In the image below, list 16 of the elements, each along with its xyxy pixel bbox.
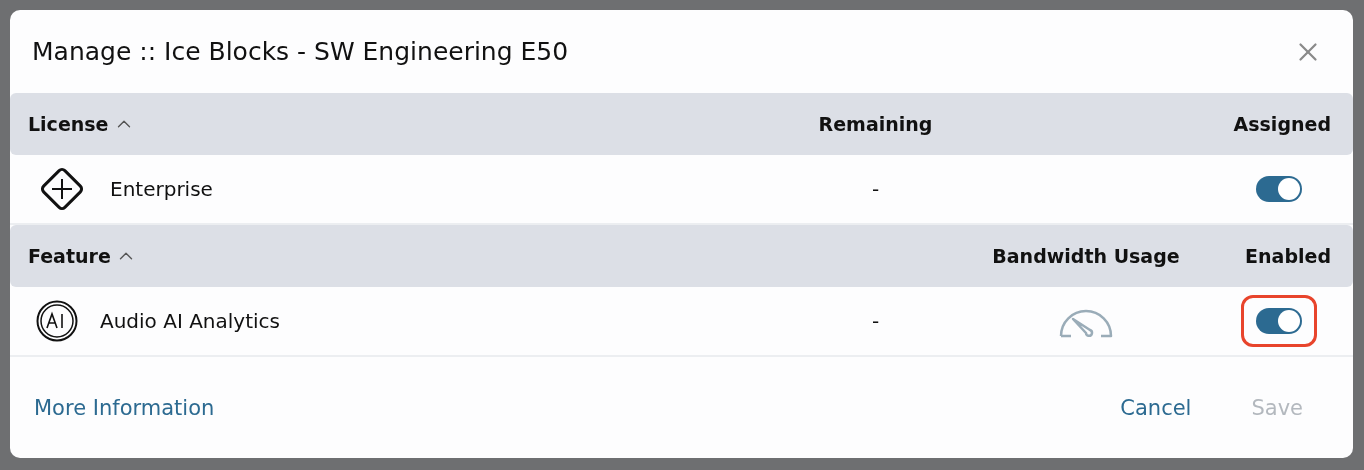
column-header: Remaining	[818, 113, 933, 135]
row-name: Audio AI Analytics	[100, 309, 280, 333]
remaining-value: -	[871, 177, 880, 201]
column-header: Bandwidth Usage	[992, 245, 1180, 267]
toggle-switch[interactable]	[1256, 308, 1302, 334]
remaining-value: -	[871, 309, 880, 333]
column-header[interactable]: License	[28, 113, 135, 135]
footer-button[interactable]: Cancel	[1120, 395, 1192, 420]
toggle-switch[interactable]	[1256, 176, 1302, 202]
column-header[interactable]: Feature	[28, 245, 137, 267]
column-header: Assigned	[1233, 113, 1331, 135]
more-information-link[interactable]: More Information	[34, 395, 215, 420]
row-name: Enterprise	[110, 177, 213, 201]
dialog-title: Manage :: Ice Blocks - SW Engineering E50	[32, 37, 569, 66]
column-header: Enabled	[1245, 245, 1331, 267]
ai-circle-icon	[36, 300, 78, 342]
